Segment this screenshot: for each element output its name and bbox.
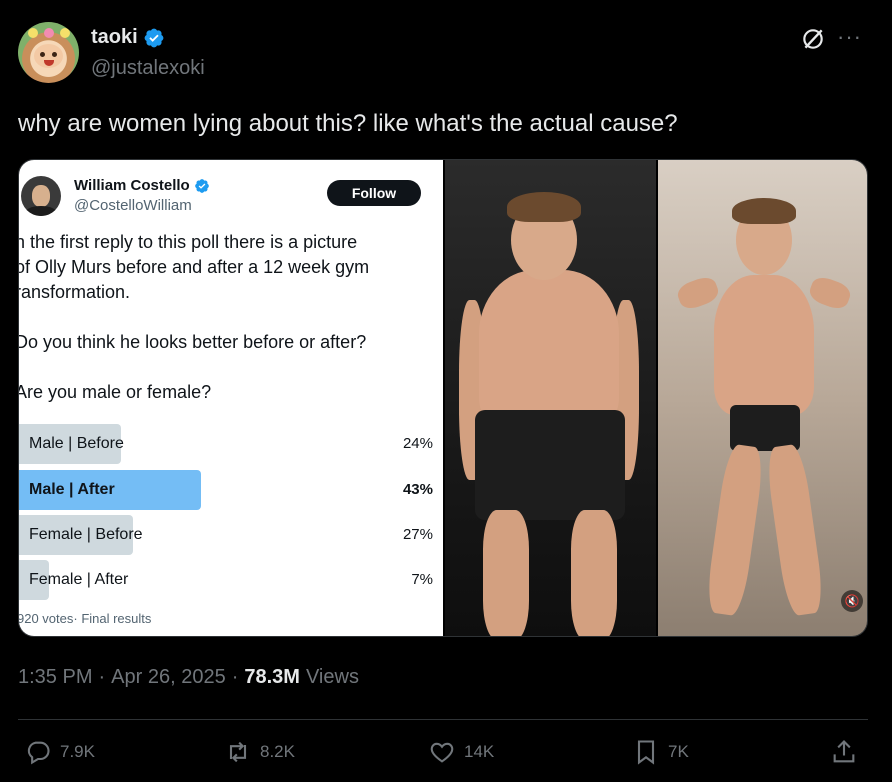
- poll-option-label: Male | Before: [29, 435, 124, 452]
- like-button[interactable]: 14K: [428, 738, 494, 766]
- quoted-author-name: William Costello: [74, 177, 190, 194]
- reply-count: 7.9K: [60, 742, 95, 761]
- figure-torso: [714, 275, 814, 415]
- tweet-header: taoki @justalexoki ···: [18, 22, 878, 86]
- poll-option-label: Female | Before: [29, 526, 143, 543]
- figure-leg: [764, 443, 826, 617]
- share-icon: [833, 740, 855, 763]
- quoted-author-avatar: [21, 176, 61, 216]
- tweet-actions: 7.9K 8.2K 14K 7K: [24, 738, 864, 774]
- before-photo[interactable]: [445, 160, 656, 636]
- figure-leg: [704, 443, 766, 617]
- poll-text-line: ransformation.: [18, 282, 131, 302]
- repost-count: 8.2K: [260, 742, 295, 761]
- tweet-time[interactable]: 1:35 PM: [18, 666, 92, 689]
- poll-option: Male | After 43%: [19, 470, 443, 510]
- views-label: Views: [305, 666, 359, 688]
- quoted-author-handle: @CostelloWilliam: [74, 197, 192, 214]
- figure-torso: [479, 270, 619, 430]
- quoted-poll-screenshot[interactable]: William Costello @CostelloWilliam Follow…: [18, 160, 443, 636]
- avatar-eye: [40, 52, 45, 57]
- poll-option-percent: 24%: [402, 435, 433, 452]
- bookmark-button[interactable]: 7K: [632, 738, 689, 766]
- tweet-meta: 1:35 PM · Apr 26, 2025 · 78.3M Views: [18, 666, 359, 689]
- poll-option: Female | Before 27%: [19, 515, 443, 555]
- meta-separator: ·: [231, 666, 239, 688]
- poll-option-percent: 27%: [402, 526, 433, 543]
- bookmark-count: 7K: [668, 742, 689, 761]
- poll-option-percent: 7%: [411, 571, 433, 588]
- quoted-avatar-face: [32, 185, 50, 207]
- quoted-verified-badge-icon: [194, 178, 209, 193]
- repost-button[interactable]: 8.2K: [224, 738, 295, 766]
- figure-arm: [674, 273, 722, 313]
- grok-icon[interactable]: [800, 26, 826, 52]
- poll-text-gap: [19, 305, 435, 330]
- quoted-avatar-body: [25, 206, 57, 216]
- bookmark-icon: [637, 740, 655, 765]
- meta-separator: ·: [98, 666, 106, 688]
- author-name-row[interactable]: taoki: [91, 26, 165, 49]
- share-button[interactable]: [830, 738, 858, 766]
- quoted-author-name-row: William Costello: [74, 177, 210, 194]
- divider: [18, 719, 868, 720]
- author-avatar[interactable]: [18, 22, 79, 83]
- poll-text-line: Do you think he looks better before or a…: [18, 332, 367, 352]
- poll-text-gap: [19, 355, 435, 380]
- poll-option-percent: 43%: [402, 481, 433, 498]
- repost-icon: [229, 741, 247, 763]
- poll-text-line: Are you male or female?: [18, 382, 212, 402]
- tweet-date[interactable]: Apr 26, 2025: [111, 666, 226, 689]
- avatar-eye: [52, 52, 57, 57]
- like-icon: [430, 742, 454, 763]
- poll-option-label: Male | After: [29, 481, 115, 498]
- follow-button: Follow: [327, 180, 421, 206]
- figure-arm: [806, 273, 854, 313]
- like-count: 14K: [464, 742, 495, 761]
- poll-option: Male | Before 24%: [19, 424, 443, 464]
- figure-leg: [571, 510, 617, 636]
- figure-hair: [732, 198, 796, 224]
- avatar-flower-decoration: [44, 28, 54, 38]
- poll-text-line: n the first reply to this poll there is …: [18, 232, 358, 252]
- poll-option: Female | After 7%: [19, 560, 443, 600]
- quoted-poll-text: n the first reply to this poll there is …: [18, 230, 435, 405]
- poll-text-line: of Olly Murs before and after a 12 week …: [18, 257, 370, 277]
- views-count: 78.3M: [244, 666, 300, 688]
- more-icon[interactable]: ···: [837, 26, 862, 48]
- author-display-name[interactable]: taoki: [91, 26, 138, 49]
- figure-leg: [483, 510, 529, 636]
- verified-badge-icon: [144, 28, 164, 47]
- mute-icon[interactable]: 🔇: [841, 590, 863, 612]
- avatar-flower-decoration: [28, 28, 38, 38]
- reply-icon: [27, 741, 50, 765]
- avatar-flower-decoration: [60, 28, 70, 38]
- figure-hair: [507, 192, 581, 222]
- tweet-text: why are women lying about this? like wha…: [18, 110, 678, 137]
- tweet-media[interactable]: William Costello @CostelloWilliam Follow…: [18, 159, 868, 637]
- figure-shorts: [475, 410, 625, 520]
- author-handle[interactable]: @justalexoki: [91, 57, 205, 80]
- reply-button[interactable]: 7.9K: [24, 738, 95, 766]
- poll-option-label: Female | After: [29, 571, 129, 588]
- after-photo[interactable]: 🔇: [658, 160, 867, 636]
- poll-footer: 920 votes· Final results: [18, 611, 152, 626]
